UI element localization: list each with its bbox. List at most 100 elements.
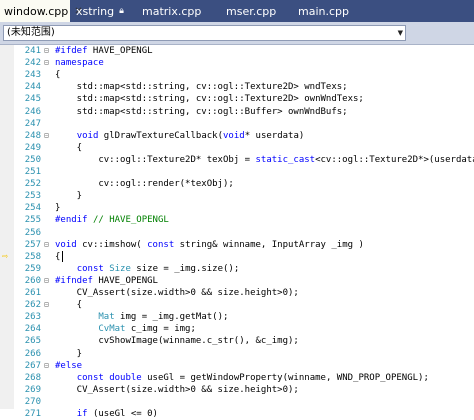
code-text: cvShowImage(winname.c_str(), &c_img); xyxy=(55,336,299,347)
code-text: { xyxy=(55,251,61,262)
line-number: 266 xyxy=(24,348,41,359)
line-number: 258 xyxy=(24,251,41,262)
collapse-icon[interactable]: ⊟ xyxy=(44,275,52,287)
current-statement-arrow-icon: ⇨ xyxy=(2,250,9,262)
code-text: } xyxy=(55,191,83,202)
code-line[interactable]: 243 { xyxy=(0,69,474,81)
code-line[interactable]: 245 std::map<std::string, cv::ogl::Textu… xyxy=(0,93,474,105)
code-line[interactable]: 251 xyxy=(0,166,474,178)
code-line[interactable]: 248 ⊟ void glDrawTextureCallback(void* us… xyxy=(0,130,474,142)
tab-matrix-cpp[interactable]: matrix.cpp xyxy=(136,0,220,22)
collapse-icon[interactable]: ⊟ xyxy=(44,299,52,311)
code-text: } xyxy=(55,348,83,359)
code-text: std::map<std::string, cv::ogl::Texture2D… xyxy=(55,94,364,105)
code-line[interactable]: 270 xyxy=(0,396,474,408)
line-number: 254 xyxy=(24,203,41,214)
code-line[interactable]: 250 cv::ogl::Texture2D* texObj = static_… xyxy=(0,154,474,166)
line-number: 246 xyxy=(24,106,41,117)
code-line[interactable]: 257 ⊟ void cv::imshow( const string& winna… xyxy=(0,239,474,251)
line-number: 251 xyxy=(24,167,41,177)
code-line[interactable]: 267 ⊟ #else xyxy=(0,360,474,372)
code-text: #ifndef HAVE_OPENGL xyxy=(55,275,158,286)
line-number: 247 xyxy=(24,118,41,129)
tab-label: main.cpp xyxy=(298,4,349,18)
tab-label: window.cpp xyxy=(4,4,69,18)
text-caret xyxy=(62,250,63,262)
code-line[interactable]: 264 CvMat c_img = img; xyxy=(0,323,474,335)
tab-label: matrix.cpp xyxy=(142,4,202,18)
code-line[interactable]: 246 std::map<std::string, cv::ogl::Buffe… xyxy=(0,106,474,118)
line-number: 261 xyxy=(24,288,41,298)
scope-dropdown[interactable]: (未知范围) ▼ xyxy=(3,25,406,41)
tab-main-cpp[interactable]: main.cpp xyxy=(292,0,374,22)
tab-label: mser.cpp xyxy=(226,4,277,18)
code-text: { xyxy=(55,300,83,311)
code-line[interactable]: 261 CV_Assert(size.width>0 && size.heigh… xyxy=(0,287,474,299)
code-line[interactable]: 249 { xyxy=(0,142,474,154)
collapse-icon[interactable]: ⊟ xyxy=(44,130,52,142)
code-line[interactable]: 268 const double useGl = getWindowProper… xyxy=(0,372,474,384)
code-line[interactable]: 259 const Size size = _img.size(); xyxy=(0,263,474,275)
line-number: 245 xyxy=(24,94,41,105)
code-line[interactable]: 266 } xyxy=(0,348,474,360)
code-line[interactable]: 265 cvShowImage(winname.c_str(), &c_img)… xyxy=(0,335,474,347)
line-number: 263 xyxy=(24,312,41,323)
code-line[interactable]: 254} xyxy=(0,202,474,214)
code-line[interactable]: 241 ⊟ #ifdef HAVE_OPENGL xyxy=(0,45,474,57)
line-number: 241 xyxy=(24,46,41,56)
line-number: 252 xyxy=(24,179,41,190)
code-text: CV_Assert(size.width>0 && size.height>0)… xyxy=(55,384,299,395)
line-number: 265 xyxy=(24,336,41,347)
document-tab-bar: window.cpp ✕ xstring 🔒︎ matrix.cpp mser.… xyxy=(0,0,474,22)
code-text: CvMat c_img = img; xyxy=(98,324,196,335)
code-text: { xyxy=(55,142,83,153)
code-text: #ifdef HAVE_OPENGL xyxy=(55,46,153,56)
code-text: namespace xyxy=(55,58,104,69)
tab-mser-cpp[interactable]: mser.cpp xyxy=(220,0,292,22)
code-text: void glDrawTextureCallback(void* userdat… xyxy=(76,130,305,141)
code-text: const double useGl = getWindowProperty(w… xyxy=(76,372,429,383)
code-line[interactable]: 252 cv::ogl::render(*texObj); xyxy=(0,178,474,190)
code-text: const Size size = _img.size(); xyxy=(76,263,240,274)
code-line[interactable]: 271 if (useGl <= 0) xyxy=(0,408,474,420)
code-line[interactable]: 242 ⊟ namespace xyxy=(0,57,474,69)
line-number: 270 xyxy=(24,396,41,407)
code-line[interactable]: 255 #endif // HAVE_OPENGL xyxy=(0,214,474,226)
code-line[interactable]: 253 } xyxy=(0,190,474,202)
tab-window-cpp[interactable]: window.cpp ✕ xyxy=(0,0,83,22)
code-line[interactable]: 258 { ⇨ xyxy=(0,250,474,263)
code-text: cv::ogl::render(*texObj); xyxy=(55,179,234,190)
tab-xstring[interactable]: xstring 🔒︎ xyxy=(70,0,136,22)
code-line[interactable]: 262 ⊟ { xyxy=(0,299,474,311)
line-number: 264 xyxy=(24,324,41,335)
code-text: { xyxy=(55,70,61,81)
line-number: 271 xyxy=(24,409,41,419)
line-number: 248 xyxy=(24,130,41,141)
code-editor[interactable]: 241 ⊟ #ifdef HAVE_OPENGL 242 ⊟ namespace 243{2… xyxy=(0,45,474,419)
line-number: 244 xyxy=(24,82,41,93)
collapse-icon[interactable]: ⊟ xyxy=(44,239,52,251)
code-text: cv::ogl::Texture2D* texObj = static_cast… xyxy=(55,154,474,165)
line-number: 268 xyxy=(24,372,41,383)
code-line[interactable]: 263 Mat img = _img.getMat(); xyxy=(0,311,474,323)
line-number: 255 xyxy=(24,215,41,226)
code-line[interactable]: 260 ⊟ #ifndef HAVE_OPENGL xyxy=(0,275,474,287)
line-number: 257 xyxy=(24,239,41,250)
code-line[interactable]: 247 xyxy=(0,118,474,130)
code-line[interactable]: 256 xyxy=(0,227,474,239)
collapse-icon[interactable]: ⊟ xyxy=(44,360,52,372)
code-text: std::map<std::string, cv::ogl::Texture2D… xyxy=(55,82,348,93)
code-line[interactable]: 269 CV_Assert(size.width>0 && size.heigh… xyxy=(0,384,474,396)
collapse-icon[interactable]: ⊟ xyxy=(44,45,52,57)
dropdown-arrow-icon[interactable]: ▼ xyxy=(398,26,403,40)
line-number: 269 xyxy=(24,384,41,395)
code-text: CV_Assert(size.width>0 && size.height>0)… xyxy=(55,288,299,298)
line-number: 260 xyxy=(24,275,41,286)
code-text: if (useGl <= 0) xyxy=(76,409,158,419)
line-number: 259 xyxy=(24,263,41,274)
collapse-icon[interactable]: ⊟ xyxy=(44,57,52,69)
code-line[interactable]: 244 std::map<std::string, cv::ogl::Textu… xyxy=(0,81,474,93)
line-number: 253 xyxy=(24,191,41,202)
lock-icon: 🔒︎ xyxy=(119,6,124,16)
scope-value: (未知范围) xyxy=(7,27,55,38)
